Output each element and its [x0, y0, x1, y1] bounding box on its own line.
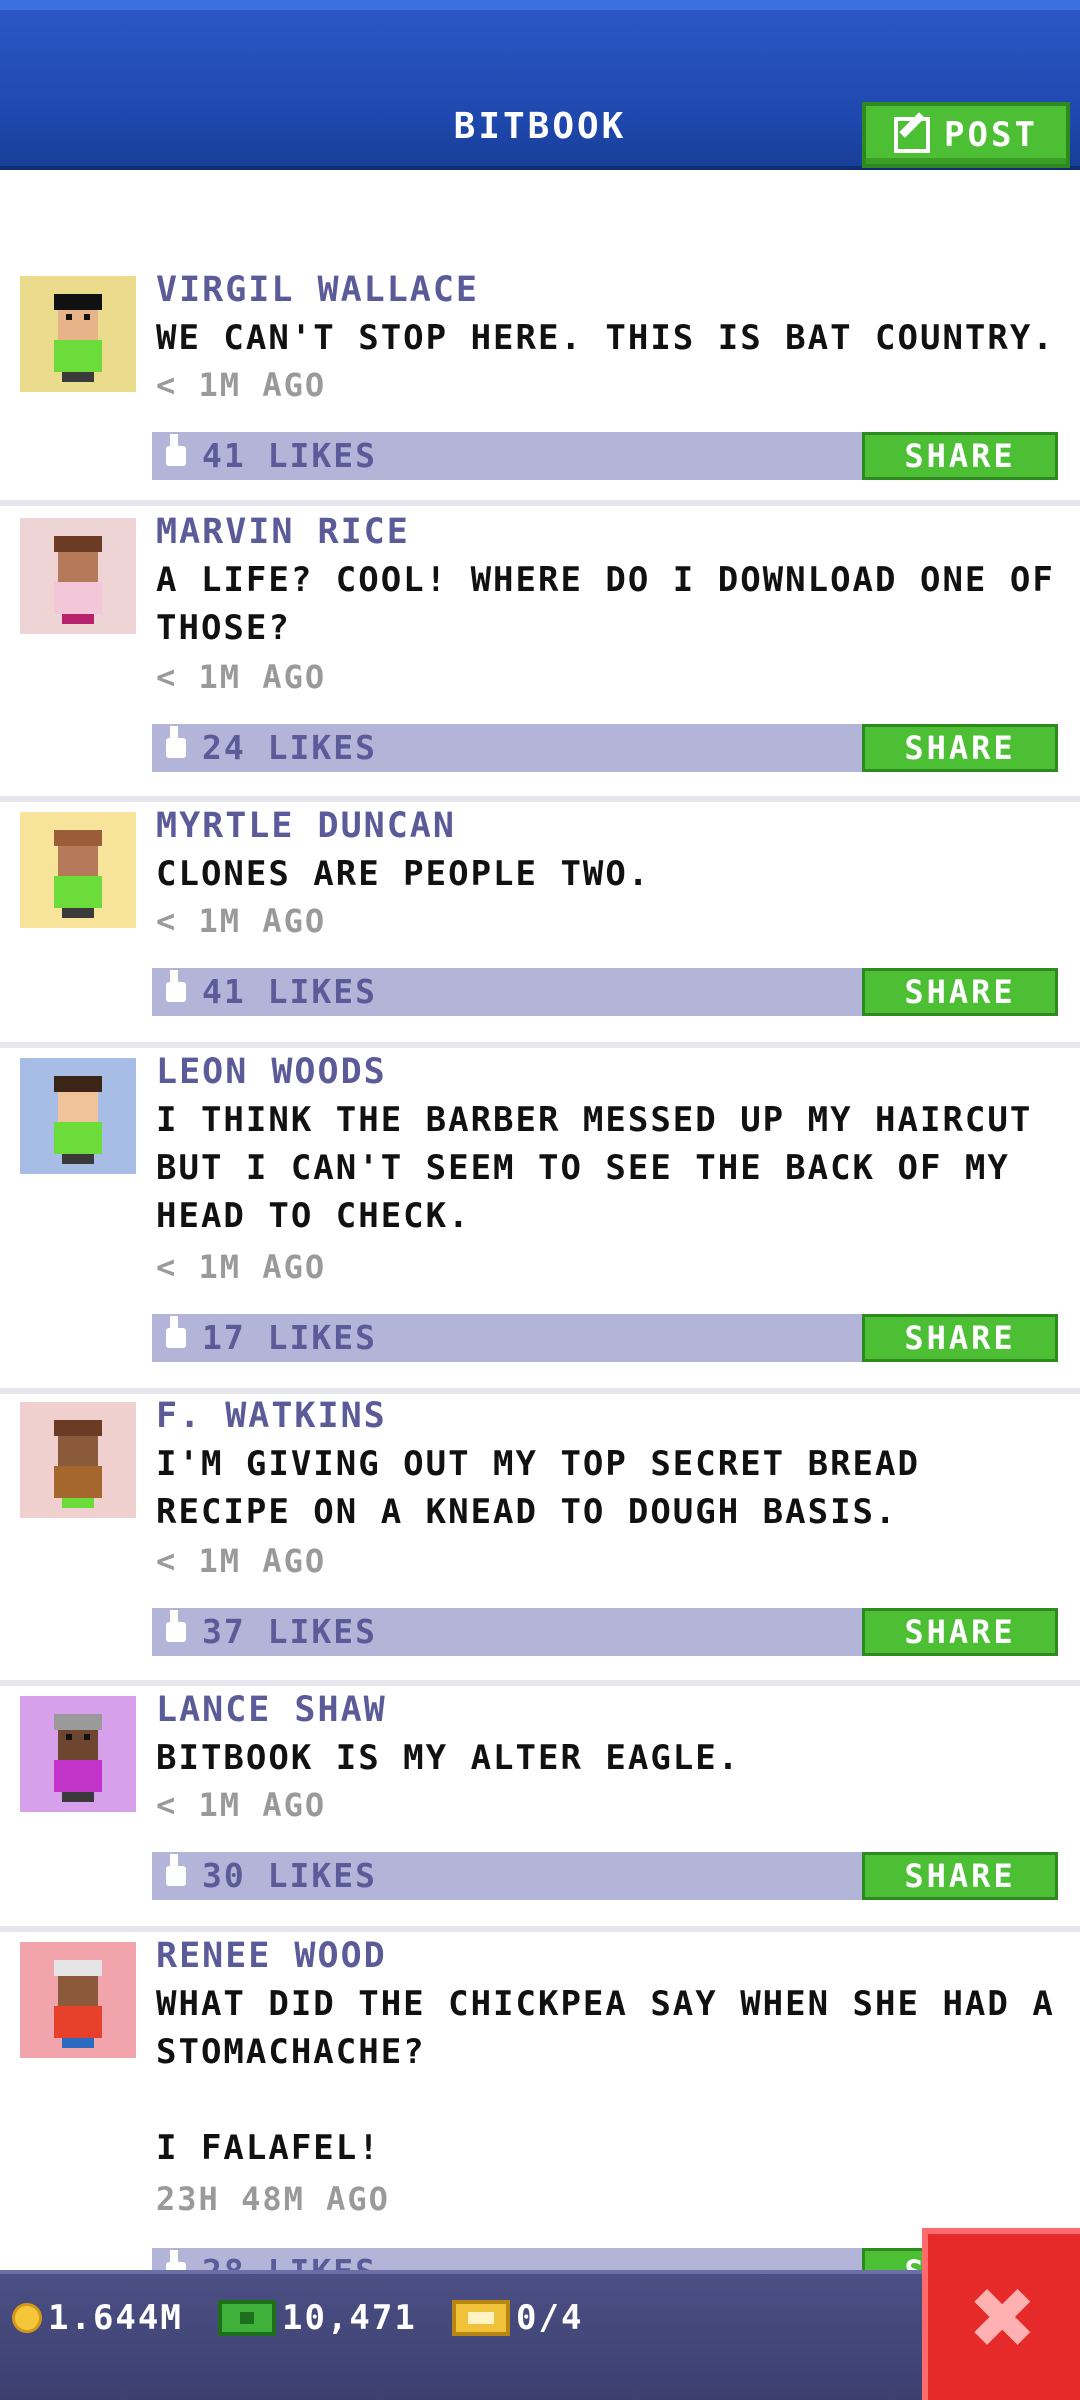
top-bar: BITBOOK POST [0, 0, 1080, 170]
post-time: < 1M AGO [156, 902, 327, 940]
thumbs-up-icon [166, 1610, 186, 1642]
post-author[interactable]: MARVIN RICE [156, 512, 410, 552]
avatar [20, 1058, 136, 1174]
avatar [20, 518, 136, 634]
cash-value: 10,471 [282, 2298, 417, 2338]
coins-value: 1.644M [48, 2298, 183, 2338]
list-item: LANCE SHAW BITBOOK IS MY ALTER EAGLE. < … [0, 1690, 1080, 1932]
likes-count: 37 LIKES [202, 1612, 377, 1651]
avatar [20, 1696, 136, 1812]
post-author[interactable]: RENEE WOOD [156, 1936, 387, 1976]
post-text: BITBOOK IS MY ALTER EAGLE. [156, 1738, 741, 1778]
post-author[interactable]: LANCE SHAW [156, 1690, 387, 1730]
post-author[interactable]: F. WATKINS [156, 1396, 387, 1436]
share-button[interactable]: SHARE [862, 432, 1058, 480]
post-button-label: POST [944, 115, 1038, 155]
bux-stat: 0/4 [452, 2298, 583, 2338]
close-button[interactable]: ✖ [922, 2228, 1080, 2400]
list-item: LEON WOODS I THINK THE BARBER MESSED UP … [0, 1052, 1080, 1394]
share-button[interactable]: SHARE [862, 968, 1058, 1016]
avatar [20, 1942, 136, 2058]
post-text: CLONES ARE PEOPLE TWO. [156, 854, 651, 894]
avatar-body [54, 876, 102, 908]
avatar-body [54, 1760, 102, 1792]
likes-count: 41 LIKES [202, 972, 377, 1011]
post-time: < 1M AGO [156, 366, 327, 404]
likes-bar[interactable]: 41 LIKES SHARE [152, 432, 1058, 480]
coin-icon [12, 2303, 42, 2333]
post-author[interactable]: MYRTLE DUNCAN [156, 806, 456, 846]
avatar-body [54, 582, 102, 614]
list-item: MYRTLE DUNCAN CLONES ARE PEOPLE TWO. < 1… [0, 806, 1080, 1048]
share-button[interactable]: SHARE [862, 724, 1058, 772]
avatar-hair [54, 536, 102, 552]
avatar-body [54, 340, 102, 372]
avatar-hair [54, 830, 102, 846]
thumbs-up-icon [166, 434, 186, 466]
post-time: < 1M AGO [156, 1542, 327, 1580]
avatar [20, 276, 136, 392]
avatar-hair [54, 1076, 102, 1092]
likes-count: 17 LIKES [202, 1318, 377, 1357]
list-item: MARVIN RICE A LIFE? COOL! WHERE DO I DOW… [0, 512, 1080, 802]
likes-count: 30 LIKES [202, 1856, 377, 1895]
bottom-status-bar: 1.644M 10,471 0/4 [0, 2270, 1080, 2400]
bux-value: 0/4 [516, 2298, 584, 2338]
likes-bar[interactable]: 41 LIKES SHARE [152, 968, 1058, 1016]
list-item: VIRGIL WALLACE WE CAN'T STOP HERE. THIS … [0, 270, 1080, 506]
likes-bar[interactable]: 24 LIKES SHARE [152, 724, 1058, 772]
thumbs-up-icon [166, 1316, 186, 1348]
likes-bar[interactable]: 37 LIKES SHARE [152, 1608, 1058, 1656]
likes-count: 41 LIKES [202, 436, 377, 475]
avatar-body [54, 1122, 102, 1154]
avatar-hair [54, 1960, 102, 1976]
cash-icon [218, 2300, 276, 2336]
avatar [20, 812, 136, 928]
avatar-hair [54, 1420, 102, 1436]
avatar-body [54, 2006, 102, 2038]
avatar-hair [54, 294, 102, 310]
edit-icon [894, 117, 931, 153]
avatar-hair [54, 1714, 102, 1730]
post-text: I THINK THE BARBER MESSED UP MY HAIRCUT … [156, 1100, 1055, 1236]
post-text: A LIFE? COOL! WHERE DO I DOWNLOAD ONE OF… [156, 560, 1078, 648]
list-item: F. WATKINS I'M GIVING OUT MY TOP SECRET … [0, 1396, 1080, 1686]
share-button[interactable]: SHARE [862, 1852, 1058, 1900]
share-button[interactable]: SHARE [862, 1608, 1058, 1656]
coins-stat: 1.644M [12, 2298, 183, 2338]
share-button[interactable]: SHARE [862, 1314, 1058, 1362]
post-time: < 1M AGO [156, 1248, 327, 1286]
post-button[interactable]: POST [862, 102, 1070, 168]
bux-ticket-icon [452, 2300, 510, 2336]
post-time: < 1M AGO [156, 1786, 327, 1824]
likes-count: 24 LIKES [202, 728, 377, 767]
post-time: 23H 48M AGO [156, 2180, 390, 2218]
likes-bar[interactable]: 30 LIKES SHARE [152, 1852, 1058, 1900]
avatar-body [54, 1466, 102, 1498]
post-text: WE CAN'T STOP HERE. THIS IS BAT COUNTRY. [156, 318, 1055, 358]
thumbs-up-icon [166, 726, 186, 758]
post-author[interactable]: LEON WOODS [156, 1052, 387, 1092]
post-text: I'M GIVING OUT MY TOP SECRET BREAD RECIP… [156, 1444, 943, 1532]
post-time: < 1M AGO [156, 658, 327, 696]
avatar [20, 1402, 136, 1518]
likes-bar[interactable]: 17 LIKES SHARE [152, 1314, 1058, 1362]
post-author[interactable]: VIRGIL WALLACE [156, 270, 479, 310]
cash-stat: 10,471 [218, 2298, 417, 2338]
thumbs-up-icon [166, 970, 186, 1002]
close-icon: ✖ [970, 2253, 1038, 2381]
thumbs-up-icon [166, 1854, 186, 1886]
post-text: WHAT DID THE CHICKPEA SAY WHEN SHE HAD A… [156, 1984, 1055, 2168]
